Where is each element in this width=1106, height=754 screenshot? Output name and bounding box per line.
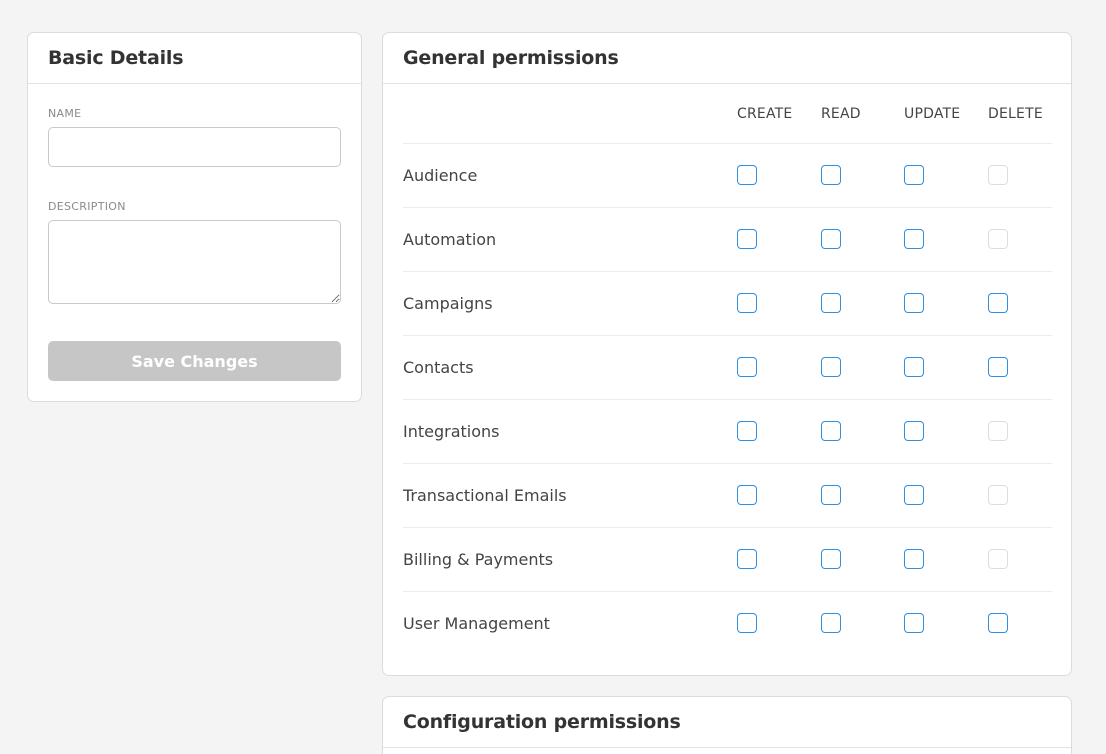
permission-row: User Management xyxy=(403,592,1052,656)
create-checkbox[interactable] xyxy=(737,421,757,441)
read-checkbox[interactable] xyxy=(821,165,841,185)
create-checkbox[interactable] xyxy=(737,229,757,249)
update-checkbox[interactable] xyxy=(904,165,924,185)
configuration-permissions-title: Configuration permissions xyxy=(403,711,681,733)
permission-row: Automation xyxy=(403,208,1052,272)
delete-checkbox[interactable] xyxy=(988,613,1008,633)
update-checkbox[interactable] xyxy=(904,229,924,249)
permission-row-label: Campaigns xyxy=(403,294,493,313)
delete-checkbox xyxy=(988,229,1008,249)
column-header-update: UPDATE xyxy=(904,106,961,122)
update-checkbox[interactable] xyxy=(904,421,924,441)
read-checkbox[interactable] xyxy=(821,485,841,505)
column-header-delete: DELETE xyxy=(988,106,1043,122)
permission-row: Campaigns xyxy=(403,272,1052,336)
description-label: DESCRIPTION xyxy=(48,200,126,213)
create-checkbox[interactable] xyxy=(737,549,757,569)
general-permissions-title: General permissions xyxy=(403,47,619,69)
permission-row-label: Automation xyxy=(403,230,497,249)
general-permissions-card: General permissions CREATE READ UPDATE D… xyxy=(382,32,1072,676)
update-checkbox[interactable] xyxy=(904,293,924,313)
create-checkbox[interactable] xyxy=(737,485,757,505)
create-checkbox[interactable] xyxy=(737,293,757,313)
permission-row-label: Transactional Emails xyxy=(403,486,567,505)
column-header-create: CREATE xyxy=(737,106,793,122)
permission-row: Contacts xyxy=(403,336,1052,400)
delete-checkbox[interactable] xyxy=(988,293,1008,313)
read-checkbox[interactable] xyxy=(821,293,841,313)
configuration-permissions-header: Configuration permissions xyxy=(383,697,1071,748)
update-checkbox[interactable] xyxy=(904,613,924,633)
read-checkbox[interactable] xyxy=(821,357,841,377)
read-checkbox[interactable] xyxy=(821,421,841,441)
permission-row-label: Contacts xyxy=(403,358,474,377)
read-checkbox[interactable] xyxy=(821,229,841,249)
permission-row: Billing & Payments xyxy=(403,528,1052,592)
permission-row: Transactional Emails xyxy=(403,464,1052,528)
update-checkbox[interactable] xyxy=(904,485,924,505)
basic-details-header: Basic Details xyxy=(28,33,361,84)
create-checkbox[interactable] xyxy=(737,165,757,185)
permission-row-label: Billing & Payments xyxy=(403,550,554,569)
permission-row: Integrations xyxy=(403,400,1052,464)
create-checkbox[interactable] xyxy=(737,613,757,633)
permission-row-label: User Management xyxy=(403,614,550,633)
delete-checkbox xyxy=(988,549,1008,569)
delete-checkbox[interactable] xyxy=(988,357,1008,377)
read-checkbox[interactable] xyxy=(821,613,841,633)
permissions-table: CREATE READ UPDATE DELETE Audience Automa… xyxy=(403,84,1052,656)
create-checkbox[interactable] xyxy=(737,357,757,377)
basic-details-card: Basic Details NAME DESCRIPTION Save Chan… xyxy=(27,32,362,402)
basic-details-title: Basic Details xyxy=(48,47,184,69)
name-label: NAME xyxy=(48,107,82,120)
column-header-read: READ xyxy=(821,106,861,122)
configuration-permissions-card: Configuration permissions xyxy=(382,696,1072,754)
save-changes-button[interactable]: Save Changes xyxy=(48,341,341,381)
delete-checkbox xyxy=(988,485,1008,505)
permission-row-label: Audience xyxy=(403,166,478,185)
delete-checkbox xyxy=(988,165,1008,185)
delete-checkbox xyxy=(988,421,1008,441)
permissions-header-row: CREATE READ UPDATE DELETE xyxy=(403,84,1052,144)
read-checkbox[interactable] xyxy=(821,549,841,569)
name-input[interactable] xyxy=(48,127,341,167)
update-checkbox[interactable] xyxy=(904,549,924,569)
update-checkbox[interactable] xyxy=(904,357,924,377)
permission-row-label: Integrations xyxy=(403,422,500,441)
permission-row: Audience xyxy=(403,144,1052,208)
description-textarea[interactable] xyxy=(48,220,341,304)
general-permissions-header: General permissions xyxy=(383,33,1071,84)
